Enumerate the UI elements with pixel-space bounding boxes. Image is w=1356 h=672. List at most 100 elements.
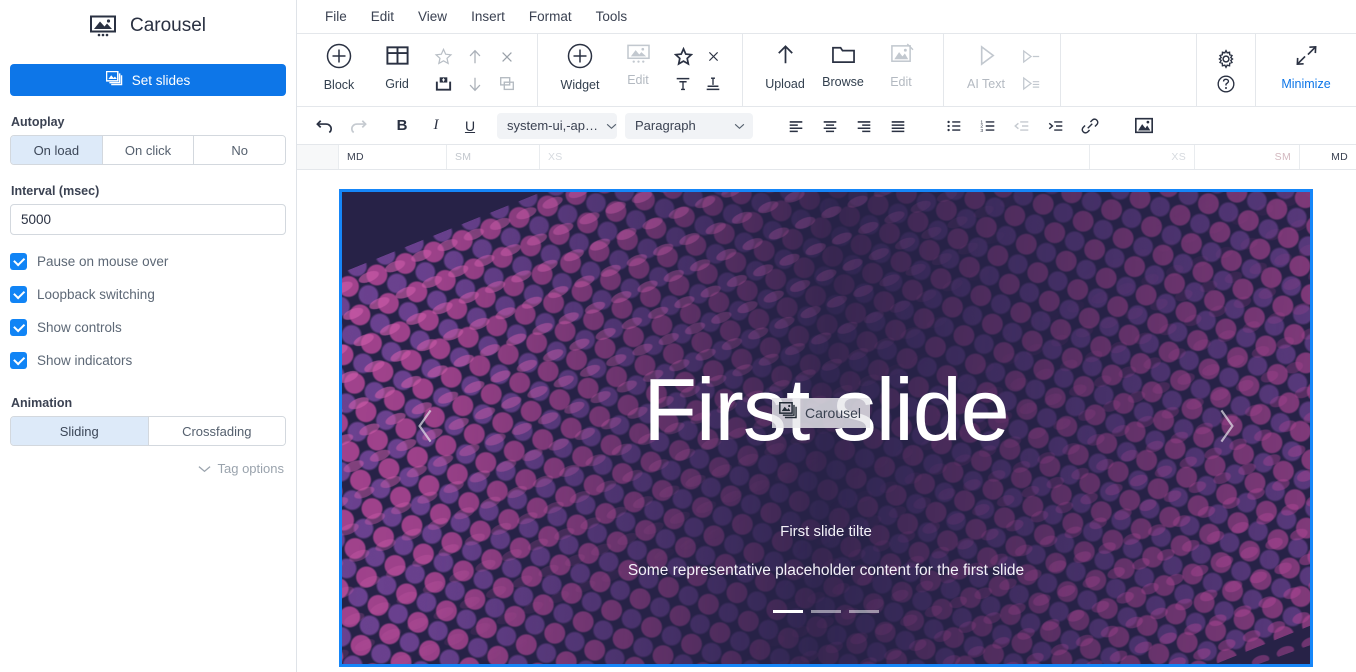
widget-button[interactable]: Widget bbox=[552, 43, 608, 92]
checkbox-label: Loopback switching bbox=[37, 287, 155, 302]
menu-item-view[interactable]: View bbox=[406, 9, 459, 24]
align-right-button[interactable] bbox=[849, 111, 879, 141]
menu-item-edit[interactable]: Edit bbox=[359, 9, 406, 24]
play-dash-icon[interactable] bbox=[1016, 44, 1046, 70]
tag-options-toggle[interactable]: Tag options bbox=[198, 461, 284, 476]
carousel-indicator-3[interactable] bbox=[849, 610, 879, 613]
italic-button[interactable]: I bbox=[421, 111, 451, 141]
indent-button[interactable] bbox=[1041, 111, 1071, 141]
format-toolbar: B I U system-ui,-ap… Paragraph 1 2 3 bbox=[297, 107, 1356, 145]
arrow-down-icon[interactable] bbox=[460, 71, 490, 97]
ruler-segment-md-right[interactable]: MD bbox=[1300, 145, 1356, 169]
browse-button[interactable]: Browse bbox=[815, 43, 871, 89]
checkbox-row-loopback-switching[interactable]: Loopback switching bbox=[10, 278, 286, 311]
link-button[interactable] bbox=[1075, 111, 1105, 141]
carousel-next-button[interactable] bbox=[1196, 398, 1256, 458]
numbered-list-button[interactable]: 1 2 3 bbox=[973, 111, 1003, 141]
checkbox-row-show-controls[interactable]: Show controls bbox=[10, 311, 286, 344]
autoplay-segmented-control[interactable]: On load On click No bbox=[10, 135, 286, 165]
carousel-block-badge[interactable]: Carousel bbox=[772, 398, 871, 428]
align-left-button[interactable] bbox=[781, 111, 811, 141]
upload-label: Upload bbox=[765, 77, 805, 91]
checkbox-checked-icon[interactable] bbox=[10, 352, 27, 369]
play-lines-icon[interactable] bbox=[1016, 71, 1046, 97]
minimize-button[interactable]: Minimize bbox=[1270, 43, 1342, 91]
autoplay-option-on-click[interactable]: On click bbox=[102, 136, 195, 164]
ruler-label: SM bbox=[455, 151, 472, 163]
ruler-label: SM bbox=[1274, 151, 1291, 163]
carousel-stack-icon bbox=[779, 402, 798, 424]
undo-button[interactable] bbox=[309, 111, 339, 141]
animation-segmented-control[interactable]: Sliding Crossfading bbox=[10, 416, 286, 446]
ruler-segment-sm-right[interactable]: SM bbox=[1195, 145, 1300, 169]
help-circle-icon[interactable] bbox=[1211, 71, 1241, 97]
block-button[interactable]: Block bbox=[311, 43, 367, 92]
set-slides-button[interactable]: Set slides bbox=[10, 64, 286, 96]
ruler-segment-md-left[interactable]: MD bbox=[339, 145, 447, 169]
animation-option-sliding[interactable]: Sliding bbox=[11, 417, 149, 445]
ai-mini-actions bbox=[1016, 43, 1046, 97]
font-family-dropdown[interactable]: system-ui,-ap… bbox=[497, 112, 617, 139]
toolbar-group-block: Block Grid bbox=[297, 34, 538, 106]
widget-edit-label: Edit bbox=[627, 73, 649, 87]
ruler-segment-sm-left[interactable]: SM bbox=[447, 145, 540, 169]
main-toolbar: Block Grid Widget Edit Upload Browse Edi… bbox=[297, 34, 1356, 107]
toolbar-group-settings bbox=[1197, 34, 1256, 106]
align-justify-button[interactable] bbox=[883, 111, 913, 141]
editor-canvas: First slide First slide tilte Some repre… bbox=[297, 170, 1356, 672]
add-to-box-icon[interactable] bbox=[428, 71, 458, 97]
interval-input[interactable] bbox=[10, 204, 286, 235]
menu-item-format[interactable]: Format bbox=[517, 9, 584, 24]
checkbox-row-pause-on-mouse-over[interactable]: Pause on mouse over bbox=[10, 245, 286, 278]
play-triangle-icon bbox=[974, 43, 999, 73]
menu-item-insert[interactable]: Insert bbox=[459, 9, 517, 24]
checkbox-row-show-indicators[interactable]: Show indicators bbox=[10, 344, 286, 377]
autoplay-option-no[interactable]: No bbox=[194, 136, 285, 164]
arrow-up-icon[interactable] bbox=[460, 44, 490, 70]
carousel-indicator-2[interactable] bbox=[811, 610, 841, 613]
upload-button[interactable]: Upload bbox=[757, 43, 813, 91]
animation-option-crossfading[interactable]: Crossfading bbox=[148, 417, 285, 445]
align-top-icon[interactable] bbox=[668, 71, 698, 97]
close-x-icon[interactable] bbox=[698, 44, 728, 70]
carousel-indicator-1[interactable] bbox=[773, 610, 803, 613]
carousel-block-selected[interactable]: First slide First slide tilte Some repre… bbox=[339, 189, 1313, 667]
chevron-down-icon bbox=[734, 117, 745, 135]
ruler-segment[interactable] bbox=[297, 145, 339, 169]
align-center-button[interactable] bbox=[815, 111, 845, 141]
close-x-icon[interactable] bbox=[492, 44, 522, 70]
toolbar-group-minimize: Minimize bbox=[1256, 34, 1356, 106]
align-bottom-icon[interactable] bbox=[698, 71, 728, 97]
toolbar-group-ai: AI Text bbox=[944, 34, 1061, 106]
menu-item-file[interactable]: File bbox=[313, 9, 359, 24]
ai-text-button[interactable]: AI Text bbox=[958, 43, 1014, 91]
menu-item-tools[interactable]: Tools bbox=[584, 9, 640, 24]
breakpoint-ruler: MD SM XS XS SM MD bbox=[297, 145, 1356, 170]
redo-button[interactable] bbox=[343, 111, 373, 141]
ruler-segment-xs-right[interactable]: XS bbox=[1090, 145, 1195, 169]
image-edit-icon bbox=[626, 43, 651, 69]
insert-image-button[interactable] bbox=[1129, 111, 1159, 141]
star-outline-icon[interactable] bbox=[428, 44, 458, 70]
ruler-segment-xs-left[interactable]: XS bbox=[540, 145, 1090, 169]
block-format-dropdown[interactable]: Paragraph bbox=[625, 112, 753, 139]
gear-icon[interactable] bbox=[1211, 46, 1241, 72]
carousel-prev-button[interactable] bbox=[396, 398, 456, 458]
media-edit-button[interactable]: Edit bbox=[873, 43, 929, 89]
checkbox-checked-icon[interactable] bbox=[10, 253, 27, 270]
widget-edit-button[interactable]: Edit bbox=[610, 43, 666, 87]
underline-button[interactable]: U bbox=[455, 111, 485, 141]
outdent-button[interactable] bbox=[1007, 111, 1037, 141]
checkbox-checked-icon[interactable] bbox=[10, 286, 27, 303]
autoplay-option-on-load[interactable]: On load bbox=[11, 136, 103, 164]
star-filled-icon[interactable] bbox=[668, 44, 698, 70]
checkbox-checked-icon[interactable] bbox=[10, 319, 27, 336]
carousel-stack-icon bbox=[105, 70, 123, 89]
set-slides-label: Set slides bbox=[131, 72, 191, 88]
checkbox-label: Show controls bbox=[37, 320, 122, 335]
chevron-left-icon bbox=[415, 407, 437, 450]
bold-button[interactable]: B bbox=[387, 111, 417, 141]
duplicate-icon[interactable] bbox=[492, 71, 522, 97]
bullet-list-button[interactable] bbox=[939, 111, 969, 141]
grid-button[interactable]: Grid bbox=[369, 43, 425, 91]
